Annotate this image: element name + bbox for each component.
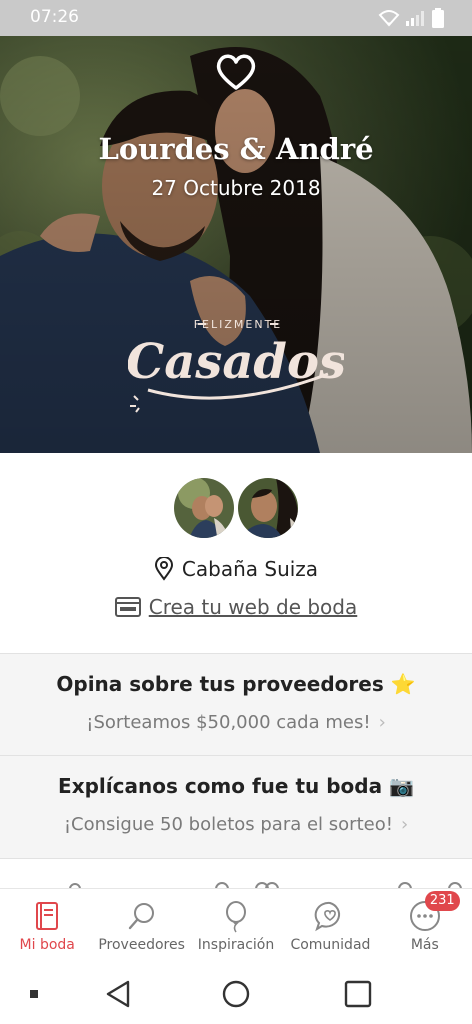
home-circle-icon	[222, 980, 250, 1008]
tab-mas[interactable]: 231 Más	[378, 889, 472, 964]
location-pin-icon	[154, 557, 173, 581]
signal-icon	[406, 11, 424, 26]
tab-label: Proveedores	[98, 937, 185, 953]
system-navigation-bar	[0, 964, 472, 1024]
chat-heart-icon	[315, 901, 341, 932]
tab-label: Inspiración	[197, 937, 275, 953]
browser-icon	[114, 597, 141, 617]
stamp-small-text: FELIZMENTE	[194, 318, 283, 331]
back-triangle-icon	[106, 980, 130, 1008]
card-title: Explícanos como fue tu boda 📷	[58, 774, 414, 798]
dot-icon	[30, 990, 38, 998]
notebook-icon	[36, 902, 59, 930]
recents-square-icon	[344, 980, 372, 1008]
felizmente-casados-stamp: FELIZMENTE Casados	[128, 318, 344, 413]
wedding-date: 27 Octubre 2018	[151, 176, 321, 200]
web-link-label[interactable]: Crea tu web de boda	[149, 595, 358, 619]
create-wedding-website-link[interactable]: Crea tu web de boda	[0, 595, 472, 619]
heart-icon	[216, 54, 256, 90]
status-icons	[378, 8, 444, 28]
tab-label: Mi boda	[19, 937, 75, 953]
balloon-icon	[226, 901, 247, 933]
tab-inspiracion[interactable]: Inspiración	[189, 889, 283, 964]
tab-proveedores[interactable]: Proveedores	[94, 889, 188, 964]
location-name: Cabaña Suiza	[181, 557, 319, 581]
status-bar: 07:26	[0, 0, 472, 36]
tab-comunidad[interactable]: Comunidad	[283, 889, 377, 964]
avatar[interactable]	[172, 476, 236, 540]
card-subtitle: ¡Sorteamos $50,000 cada mes! ›	[0, 712, 472, 733]
wifi-icon	[378, 10, 400, 27]
home-button[interactable]	[214, 964, 258, 1024]
status-time: 07:26	[30, 7, 79, 27]
chevron-right-icon: ›	[400, 814, 409, 835]
bottom-tab-bar: Mi boda Proveedores Inspiración Comunida…	[0, 888, 472, 964]
tab-label: Más	[410, 937, 439, 953]
chevron-right-icon: ›	[378, 712, 386, 733]
battery-icon	[432, 8, 444, 28]
couple-names: Lourdes & André	[98, 132, 374, 166]
card-subtitle-text: ¡Sorteamos $50,000 cada mes!	[86, 712, 371, 733]
recents-button[interactable]	[336, 964, 380, 1024]
hero-cover-photo: Lourdes & André 27 Octubre 2018 FELIZMEN…	[0, 36, 472, 453]
review-vendors-card[interactable]: Opina sobre tus proveedores ⭐ ¡Sorteamos…	[0, 653, 472, 755]
card-title: Opina sobre tus proveedores ⭐	[56, 672, 416, 696]
partial-icons	[69, 882, 462, 888]
wedding-location: Cabaña Suiza	[0, 557, 472, 581]
share-wedding-story-card[interactable]: Explícanos como fue tu boda 📷 ¡Consigue …	[0, 755, 472, 858]
avatar[interactable]	[236, 476, 300, 540]
tab-label: Comunidad	[290, 937, 371, 953]
avatar-photo-groom	[238, 478, 298, 538]
back-button[interactable]	[96, 964, 140, 1024]
card-subtitle: ¡Consigue 50 boletos para el sorteo! ›	[0, 814, 472, 835]
stamp-main-text: Casados	[128, 334, 344, 390]
nav-dot-button[interactable]	[20, 964, 48, 1024]
card-subtitle-text: ¡Consigue 50 boletos para el sorteo!	[63, 814, 393, 835]
next-section-peek	[0, 858, 472, 888]
search-icon	[128, 903, 154, 930]
avatar-photo-bride	[174, 478, 234, 538]
notification-badge: 231	[424, 891, 460, 911]
tab-mi-boda[interactable]: Mi boda	[0, 889, 94, 964]
couple-avatars[interactable]	[172, 476, 302, 540]
